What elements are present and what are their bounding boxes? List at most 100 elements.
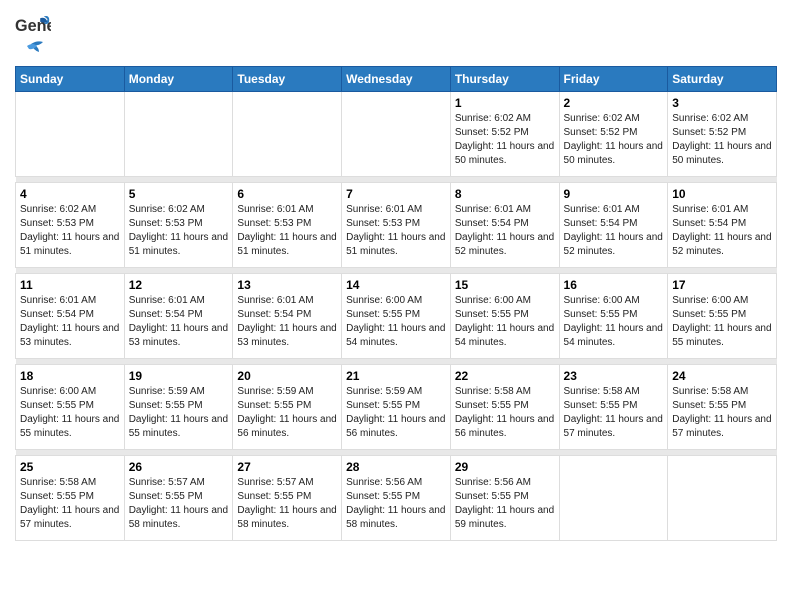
day-number: 7 (346, 187, 446, 201)
day-number: 22 (455, 369, 555, 383)
day-info: Sunrise: 6:00 AM Sunset: 5:55 PM Dayligh… (455, 294, 555, 350)
calendar-cell (16, 92, 125, 177)
weekday-header-row: SundayMondayTuesdayWednesdayThursdayFrid… (16, 67, 777, 92)
calendar-cell: 17 Sunrise: 6:00 AM Sunset: 5:55 PM Dayli… (668, 274, 777, 359)
weekday-header-sunday: Sunday (16, 67, 125, 92)
calendar-week-row: 25 Sunrise: 5:58 AM Sunset: 5:55 PM Dayli… (16, 456, 777, 541)
day-info: Sunrise: 5:58 AM Sunset: 5:55 PM Dayligh… (564, 385, 664, 441)
day-number: 9 (564, 187, 664, 201)
day-info: Sunrise: 5:57 AM Sunset: 5:55 PM Dayligh… (237, 476, 337, 532)
weekday-header-wednesday: Wednesday (342, 67, 451, 92)
weekday-header-saturday: Saturday (668, 67, 777, 92)
calendar-cell: 13 Sunrise: 6:01 AM Sunset: 5:54 PM Dayli… (233, 274, 342, 359)
day-number: 12 (129, 278, 229, 292)
day-number: 11 (20, 278, 120, 292)
day-number: 2 (564, 96, 664, 110)
day-info: Sunrise: 6:01 AM Sunset: 5:54 PM Dayligh… (129, 294, 229, 350)
day-number: 8 (455, 187, 555, 201)
calendar-cell: 5 Sunrise: 6:02 AM Sunset: 5:53 PM Daylig… (124, 183, 233, 268)
weekday-header-thursday: Thursday (450, 67, 559, 92)
day-info: Sunrise: 6:00 AM Sunset: 5:55 PM Dayligh… (564, 294, 664, 350)
day-number: 23 (564, 369, 664, 383)
weekday-header-tuesday: Tuesday (233, 67, 342, 92)
calendar-cell: 4 Sunrise: 6:02 AM Sunset: 5:53 PM Daylig… (16, 183, 125, 268)
calendar-cell: 27 Sunrise: 5:57 AM Sunset: 5:55 PM Dayli… (233, 456, 342, 541)
day-info: Sunrise: 6:01 AM Sunset: 5:53 PM Dayligh… (237, 203, 337, 259)
calendar-cell: 16 Sunrise: 6:00 AM Sunset: 5:55 PM Dayli… (559, 274, 668, 359)
day-info: Sunrise: 6:00 AM Sunset: 5:55 PM Dayligh… (672, 294, 772, 350)
day-info: Sunrise: 6:00 AM Sunset: 5:55 PM Dayligh… (346, 294, 446, 350)
calendar-week-row: 4 Sunrise: 6:02 AM Sunset: 5:53 PM Daylig… (16, 183, 777, 268)
calendar-body: 1 Sunrise: 6:02 AM Sunset: 5:52 PM Daylig… (16, 92, 777, 541)
day-number: 24 (672, 369, 772, 383)
day-number: 18 (20, 369, 120, 383)
day-number: 15 (455, 278, 555, 292)
calendar-cell: 7 Sunrise: 6:01 AM Sunset: 5:53 PM Daylig… (342, 183, 451, 268)
calendar-week-row: 1 Sunrise: 6:02 AM Sunset: 5:52 PM Daylig… (16, 92, 777, 177)
day-info: Sunrise: 5:56 AM Sunset: 5:55 PM Dayligh… (455, 476, 555, 532)
day-info: Sunrise: 5:59 AM Sunset: 5:55 PM Dayligh… (237, 385, 337, 441)
day-number: 14 (346, 278, 446, 292)
day-info: Sunrise: 5:58 AM Sunset: 5:55 PM Dayligh… (20, 476, 120, 532)
day-info: Sunrise: 6:02 AM Sunset: 5:53 PM Dayligh… (20, 203, 120, 259)
day-info: Sunrise: 6:02 AM Sunset: 5:52 PM Dayligh… (564, 112, 664, 168)
day-info: Sunrise: 6:01 AM Sunset: 5:54 PM Dayligh… (672, 203, 772, 259)
weekday-header-monday: Monday (124, 67, 233, 92)
day-info: Sunrise: 6:01 AM Sunset: 5:53 PM Dayligh… (346, 203, 446, 259)
calendar-cell: 18 Sunrise: 6:00 AM Sunset: 5:55 PM Dayli… (16, 365, 125, 450)
day-number: 17 (672, 278, 772, 292)
calendar-cell: 10 Sunrise: 6:01 AM Sunset: 5:54 PM Dayli… (668, 183, 777, 268)
day-number: 28 (346, 460, 446, 474)
calendar-cell: 9 Sunrise: 6:01 AM Sunset: 5:54 PM Daylig… (559, 183, 668, 268)
day-info: Sunrise: 6:00 AM Sunset: 5:55 PM Dayligh… (20, 385, 120, 441)
calendar-cell: 21Sunrise: 5:59 AM Sunset: 5:55 PM Dayli… (342, 365, 451, 450)
calendar-header: SundayMondayTuesdayWednesdayThursdayFrid… (16, 67, 777, 92)
calendar-cell: 6 Sunrise: 6:01 AM Sunset: 5:53 PM Daylig… (233, 183, 342, 268)
day-number: 10 (672, 187, 772, 201)
day-info: Sunrise: 6:01 AM Sunset: 5:54 PM Dayligh… (20, 294, 120, 350)
day-info: Sunrise: 5:57 AM Sunset: 5:55 PM Dayligh… (129, 476, 229, 532)
calendar-cell: 23 Sunrise: 5:58 AM Sunset: 5:55 PM Dayli… (559, 365, 668, 450)
calendar-cell (342, 92, 451, 177)
calendar-cell: 24 Sunrise: 5:58 AM Sunset: 5:55 PM Dayli… (668, 365, 777, 450)
day-number: 26 (129, 460, 229, 474)
weekday-header-friday: Friday (559, 67, 668, 92)
day-info: Sunrise: 6:02 AM Sunset: 5:52 PM Dayligh… (672, 112, 772, 168)
calendar-cell: 12 Sunrise: 6:01 AM Sunset: 5:54 PM Dayli… (124, 274, 233, 359)
calendar-cell: 14 Sunrise: 6:00 AM Sunset: 5:55 PM Dayli… (342, 274, 451, 359)
calendar-cell: 29Sunrise: 5:56 AM Sunset: 5:55 PM Dayli… (450, 456, 559, 541)
calendar-cell (233, 92, 342, 177)
calendar-cell: 19Sunrise: 5:59 AM Sunset: 5:55 PM Dayli… (124, 365, 233, 450)
calendar-cell: 25 Sunrise: 5:58 AM Sunset: 5:55 PM Dayli… (16, 456, 125, 541)
day-info: Sunrise: 6:01 AM Sunset: 5:54 PM Dayligh… (564, 203, 664, 259)
day-info: Sunrise: 6:02 AM Sunset: 5:53 PM Dayligh… (129, 203, 229, 259)
calendar-cell: 15 Sunrise: 6:00 AM Sunset: 5:55 PM Dayli… (450, 274, 559, 359)
calendar-cell: 28 Sunrise: 5:56 AM Sunset: 5:55 PM Dayli… (342, 456, 451, 541)
day-number: 25 (20, 460, 120, 474)
calendar-cell: 26 Sunrise: 5:57 AM Sunset: 5:55 PM Dayli… (124, 456, 233, 541)
day-number: 4 (20, 187, 120, 201)
calendar-cell: 11 Sunrise: 6:01 AM Sunset: 5:54 PM Dayli… (16, 274, 125, 359)
day-number: 13 (237, 278, 337, 292)
day-info: Sunrise: 5:58 AM Sunset: 5:55 PM Dayligh… (672, 385, 772, 441)
day-number: 6 (237, 187, 337, 201)
calendar-cell: 2 Sunrise: 6:02 AM Sunset: 5:52 PM Daylig… (559, 92, 668, 177)
calendar-cell: 1 Sunrise: 6:02 AM Sunset: 5:52 PM Daylig… (450, 92, 559, 177)
day-number: 21 (346, 369, 446, 383)
day-info: Sunrise: 6:01 AM Sunset: 5:54 PM Dayligh… (237, 294, 337, 350)
calendar-table: SundayMondayTuesdayWednesdayThursdayFrid… (15, 66, 777, 541)
day-number: 1 (455, 96, 555, 110)
day-number: 20 (237, 369, 337, 383)
day-info: Sunrise: 6:02 AM Sunset: 5:52 PM Dayligh… (455, 112, 555, 168)
calendar-cell: 3Sunrise: 6:02 AM Sunset: 5:52 PM Daylig… (668, 92, 777, 177)
calendar-cell (668, 456, 777, 541)
day-info: Sunrise: 5:56 AM Sunset: 5:55 PM Dayligh… (346, 476, 446, 532)
logo: General (15, 10, 51, 60)
day-info: Sunrise: 5:58 AM Sunset: 5:55 PM Dayligh… (455, 385, 555, 441)
day-number: 27 (237, 460, 337, 474)
day-info: Sunrise: 6:01 AM Sunset: 5:54 PM Dayligh… (455, 203, 555, 259)
day-number: 5 (129, 187, 229, 201)
day-number: 16 (564, 278, 664, 292)
calendar-cell: 20 Sunrise: 5:59 AM Sunset: 5:55 PM Dayli… (233, 365, 342, 450)
calendar-week-row: 18 Sunrise: 6:00 AM Sunset: 5:55 PM Dayli… (16, 365, 777, 450)
